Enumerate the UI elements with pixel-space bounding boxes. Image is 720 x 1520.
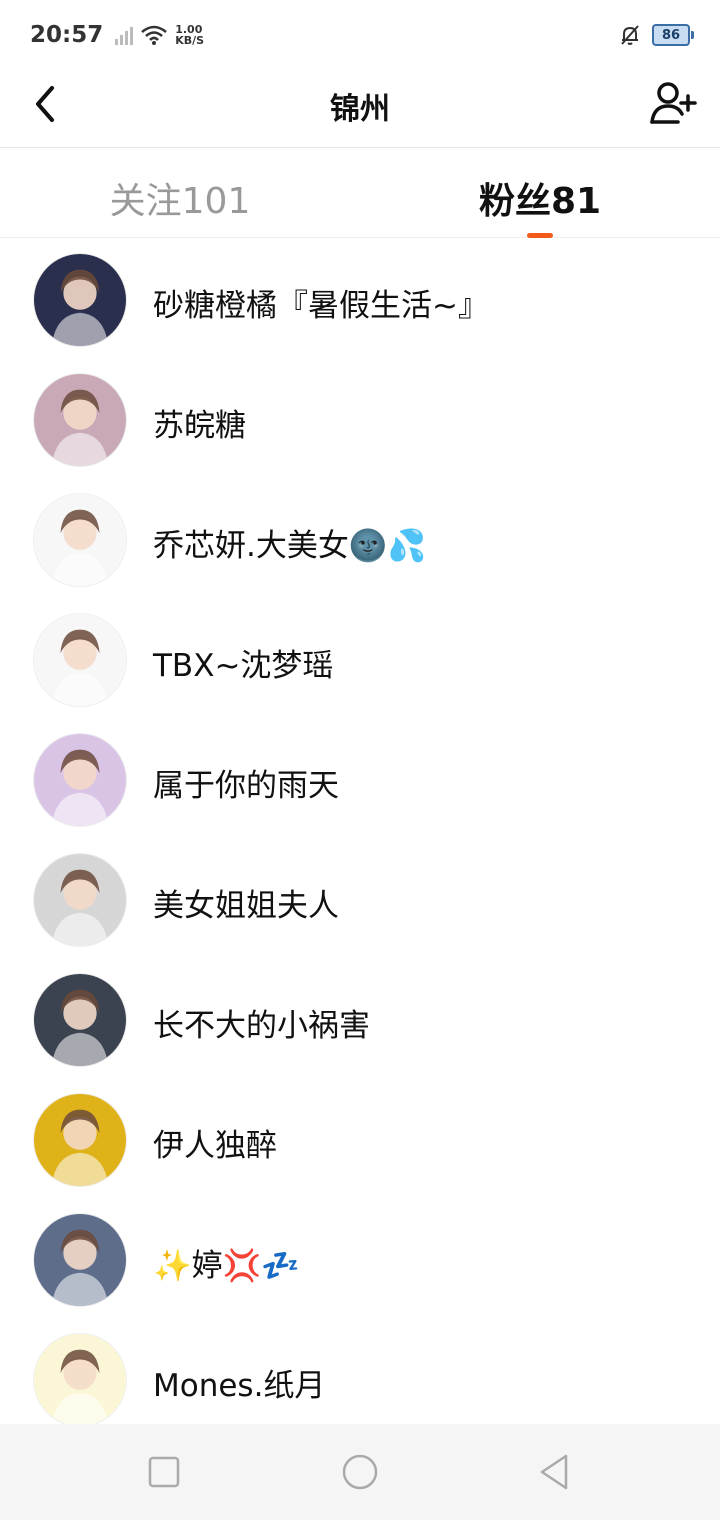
battery-icon: 86 xyxy=(652,24,694,46)
follower-name: 乔芯妍.大美女🌚💦 xyxy=(153,528,427,564)
add-user-icon xyxy=(650,82,697,124)
follower-row[interactable]: 砂糖橙橘『暑假生活~』 xyxy=(0,240,720,360)
follower-list: 砂糖橙橘『暑假生活~』 苏皖糖乔芯妍.大美女🌚💦 TBX~沈梦瑶 属于你的雨天 美女姐姐… xyxy=(0,240,720,1440)
page-title: 锦州 xyxy=(330,92,390,127)
anime-figure-avatar-icon xyxy=(34,494,126,586)
avatar[interactable] xyxy=(33,1213,127,1307)
avatar[interactable] xyxy=(33,613,127,707)
add-friend-button[interactable] xyxy=(648,78,698,128)
signal-icon xyxy=(115,25,134,45)
tab-bar: 关注101 粉丝81 xyxy=(0,148,720,238)
avatar[interactable] xyxy=(33,973,127,1067)
anime-girl-avatar-icon xyxy=(34,1094,126,1186)
follower-row[interactable]: 伊人独醉 xyxy=(0,1080,720,1200)
anime-girl-avatar-icon xyxy=(34,254,126,346)
follower-row[interactable]: ✨婷💢💤 xyxy=(0,1200,720,1320)
avatar[interactable] xyxy=(33,253,127,347)
status-right: 86 xyxy=(618,23,694,47)
home-button[interactable] xyxy=(338,1450,382,1494)
avatar[interactable] xyxy=(33,1093,127,1187)
system-nav-bar xyxy=(0,1424,720,1520)
anime-girl-avatar-icon xyxy=(34,854,126,946)
follower-name: 砂糖橙橘『暑假生活~』 xyxy=(153,288,489,324)
battery-level: 86 xyxy=(661,27,681,43)
circle-icon xyxy=(342,1454,378,1490)
avatar[interactable] xyxy=(33,733,127,827)
follower-row[interactable]: TBX~沈梦瑶 xyxy=(0,600,720,720)
follower-name: 长不大的小祸害 xyxy=(153,1008,370,1044)
portrait-avatar-icon xyxy=(34,974,126,1066)
follower-name: TBX~沈梦瑶 xyxy=(153,648,334,684)
active-tab-indicator xyxy=(527,233,553,238)
status-bar: 20:57 1.00 KB/S 86 xyxy=(0,0,720,70)
status-left: 20:57 1.00 KB/S xyxy=(30,22,204,48)
wifi-icon xyxy=(141,25,168,45)
anime-figure-avatar-icon xyxy=(34,1334,126,1426)
system-back-button[interactable] xyxy=(534,1450,578,1494)
follower-row[interactable]: 美女姐姐夫人 xyxy=(0,840,720,960)
avatar[interactable] xyxy=(33,1333,127,1427)
tab-following[interactable]: 关注101 xyxy=(0,148,360,238)
header: 锦州 xyxy=(0,70,720,148)
avatar[interactable] xyxy=(33,373,127,467)
recents-button[interactable] xyxy=(142,1450,186,1494)
follower-name: 苏皖糖 xyxy=(153,408,246,444)
tab-following-label: 关注101 xyxy=(109,181,251,222)
tab-followers[interactable]: 粉丝81 xyxy=(360,148,720,238)
tab-followers-label: 粉丝81 xyxy=(478,181,602,222)
status-time: 20:57 xyxy=(30,22,104,48)
follower-row[interactable]: 苏皖糖 xyxy=(0,360,720,480)
anime-boy-avatar-icon xyxy=(34,734,126,826)
follower-row[interactable]: 属于你的雨天 xyxy=(0,720,720,840)
follower-name: 属于你的雨天 xyxy=(153,768,339,804)
follower-row[interactable]: 乔芯妍.大美女🌚💦 xyxy=(0,480,720,600)
avatar[interactable] xyxy=(33,853,127,947)
follower-row[interactable]: Mones.纸月 xyxy=(0,1320,720,1440)
avatar[interactable] xyxy=(33,493,127,587)
network-speed: 1.00 KB/S xyxy=(175,24,204,46)
follower-name: 美女姐姐夫人 xyxy=(153,888,339,924)
follower-name: ✨婷💢💤 xyxy=(153,1248,300,1284)
triangle-back-icon xyxy=(540,1454,568,1490)
follower-row[interactable]: 长不大的小祸害 xyxy=(0,960,720,1080)
anime-girl-avatar-icon xyxy=(34,374,126,466)
mute-bell-icon xyxy=(621,25,639,45)
square-icon xyxy=(148,1456,180,1488)
network-speed-unit: KB/S xyxy=(175,34,205,47)
follower-name: 伊人独醉 xyxy=(153,1128,277,1164)
anime-figure-avatar-icon xyxy=(34,614,126,706)
follower-name: Mones.纸月 xyxy=(153,1368,326,1404)
anime-girl-avatar-icon xyxy=(34,1214,126,1306)
